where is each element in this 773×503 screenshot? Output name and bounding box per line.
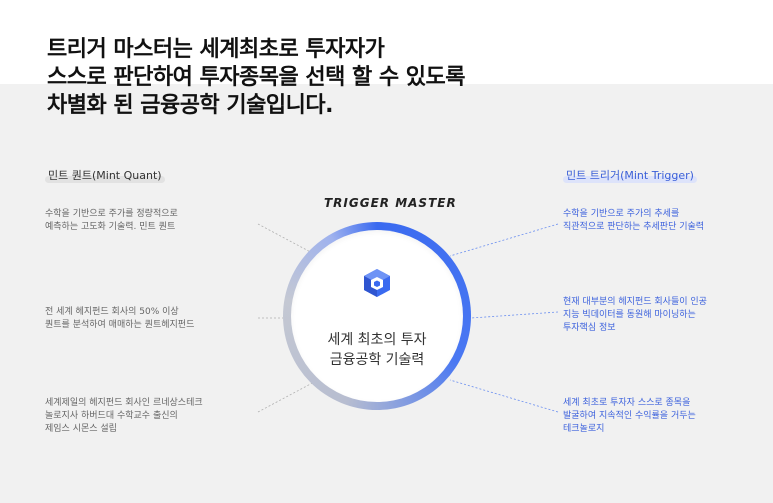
center-caption-line: 세계 최초의 투자 xyxy=(327,332,427,348)
connector-line xyxy=(449,379,559,413)
cube-logo-icon xyxy=(364,269,390,297)
mint-trigger-title-text: 민트 트리거(Mint Trigger) xyxy=(566,169,694,182)
center-caption-line: 금융공학 기술력 xyxy=(329,352,425,368)
connector-line xyxy=(257,379,319,413)
connector-line xyxy=(470,311,559,319)
connector-line xyxy=(449,223,559,257)
center-circle: 세계 최초의 투자 금융공학 기술력 xyxy=(291,230,463,402)
trigger-master-brand: TRIGGER MASTER xyxy=(324,196,457,210)
mint-quant-title: 민트 퀀트(Mint Quant) xyxy=(45,166,165,184)
mint-quant-title-text: 민트 퀀트(Mint Quant) xyxy=(48,169,162,182)
mint-trigger-title: 민트 트리거(Mint Trigger) xyxy=(563,166,697,184)
center-caption: 세계 최초의 투자 금융공학 기술력 xyxy=(291,330,463,370)
center-ring: 세계 최초의 투자 금융공학 기술력 xyxy=(283,222,471,410)
